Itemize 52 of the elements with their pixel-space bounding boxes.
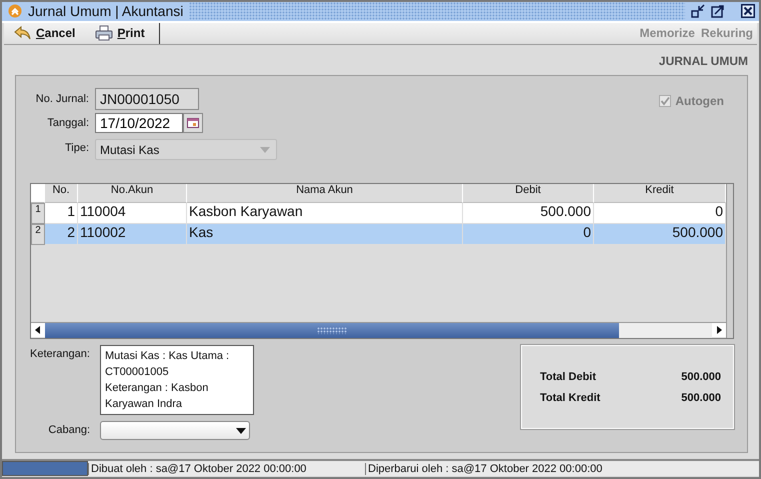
printer-icon bbox=[95, 25, 114, 42]
maximize-icon[interactable] bbox=[711, 4, 725, 18]
status-text: Dibuat oleh : sa@17 Oktober 2022 00:00:00 bbox=[88, 462, 365, 474]
table-cell: 0 bbox=[594, 203, 726, 224]
table-cell: 2 bbox=[45, 224, 78, 245]
date-field[interactable]: 17/10/2022 bbox=[95, 113, 183, 133]
table-row[interactable]: 2 2 110002 Kas 0 500.000 bbox=[31, 224, 726, 245]
notes-field[interactable]: Mutasi Kas : Kas Utama : CT00001005 Keterangan : Kasbon Karyawan Indra bbox=[100, 345, 254, 415]
column-header[interactable]: No.Akun bbox=[78, 184, 187, 203]
table-cell: 500.000 bbox=[463, 203, 594, 224]
table-cell: 0 bbox=[463, 224, 594, 245]
calendar-icon bbox=[187, 118, 199, 128]
close-icon[interactable] bbox=[741, 4, 755, 18]
journal-number-field: JN00001050 bbox=[95, 88, 199, 110]
dropdown-arrow-icon bbox=[260, 146, 270, 152]
table-cell: Kas bbox=[187, 224, 463, 245]
horizontal-scrollbar[interactable] bbox=[31, 322, 726, 338]
table-cell: 1 bbox=[45, 203, 78, 224]
total-value: 500.000 bbox=[681, 392, 721, 404]
table-cell: Kasbon Karyawan bbox=[187, 203, 463, 224]
print-button[interactable]: Print bbox=[85, 22, 155, 44]
row-header: 1 bbox=[31, 203, 45, 224]
scroll-left-icon[interactable] bbox=[31, 323, 45, 337]
column-header[interactable]: No. bbox=[45, 184, 78, 203]
dropdown-arrow-icon bbox=[236, 428, 246, 434]
scroll-right-icon[interactable] bbox=[712, 323, 726, 337]
total-label: Total Debit bbox=[540, 370, 596, 382]
table-cell: 110004 bbox=[78, 203, 187, 224]
calendar-button[interactable] bbox=[183, 113, 203, 133]
branch-dropdown[interactable] bbox=[100, 421, 250, 440]
status-text: Diperbarui oleh : sa@17 Oktober 2022 00:00:00 bbox=[365, 462, 642, 474]
field-label: Keterangan: bbox=[30, 347, 90, 360]
window-title: Jurnal Umum | Akuntansi bbox=[28, 3, 184, 20]
undo-arrow-icon bbox=[14, 25, 32, 42]
cancel-button[interactable]: Cancel bbox=[4, 22, 86, 44]
corner-cell bbox=[31, 184, 45, 203]
row-header: 2 bbox=[31, 224, 45, 245]
field-label: Cabang: bbox=[47, 423, 90, 436]
column-header[interactable]: Debit bbox=[463, 184, 594, 203]
minimize-icon[interactable] bbox=[691, 4, 705, 18]
field-label: Tanggal: bbox=[46, 117, 89, 129]
table-cell: 110002 bbox=[78, 224, 187, 245]
total-label: Total Kredit bbox=[540, 392, 600, 404]
field-label: No. Jurnal: bbox=[34, 93, 89, 105]
column-header[interactable]: Kredit bbox=[594, 184, 726, 203]
total-value: 500.000 bbox=[681, 370, 721, 382]
column-header[interactable]: Nama Akun bbox=[187, 184, 463, 203]
table-row[interactable]: 1 1 110004 Kasbon Karyawan 500.000 0 bbox=[31, 203, 726, 224]
field-label: Tipe: bbox=[64, 142, 89, 154]
form-heading: JURNAL UMUM bbox=[658, 54, 748, 68]
table-cell: 500.000 bbox=[594, 224, 726, 245]
checkbox-icon bbox=[659, 95, 672, 107]
